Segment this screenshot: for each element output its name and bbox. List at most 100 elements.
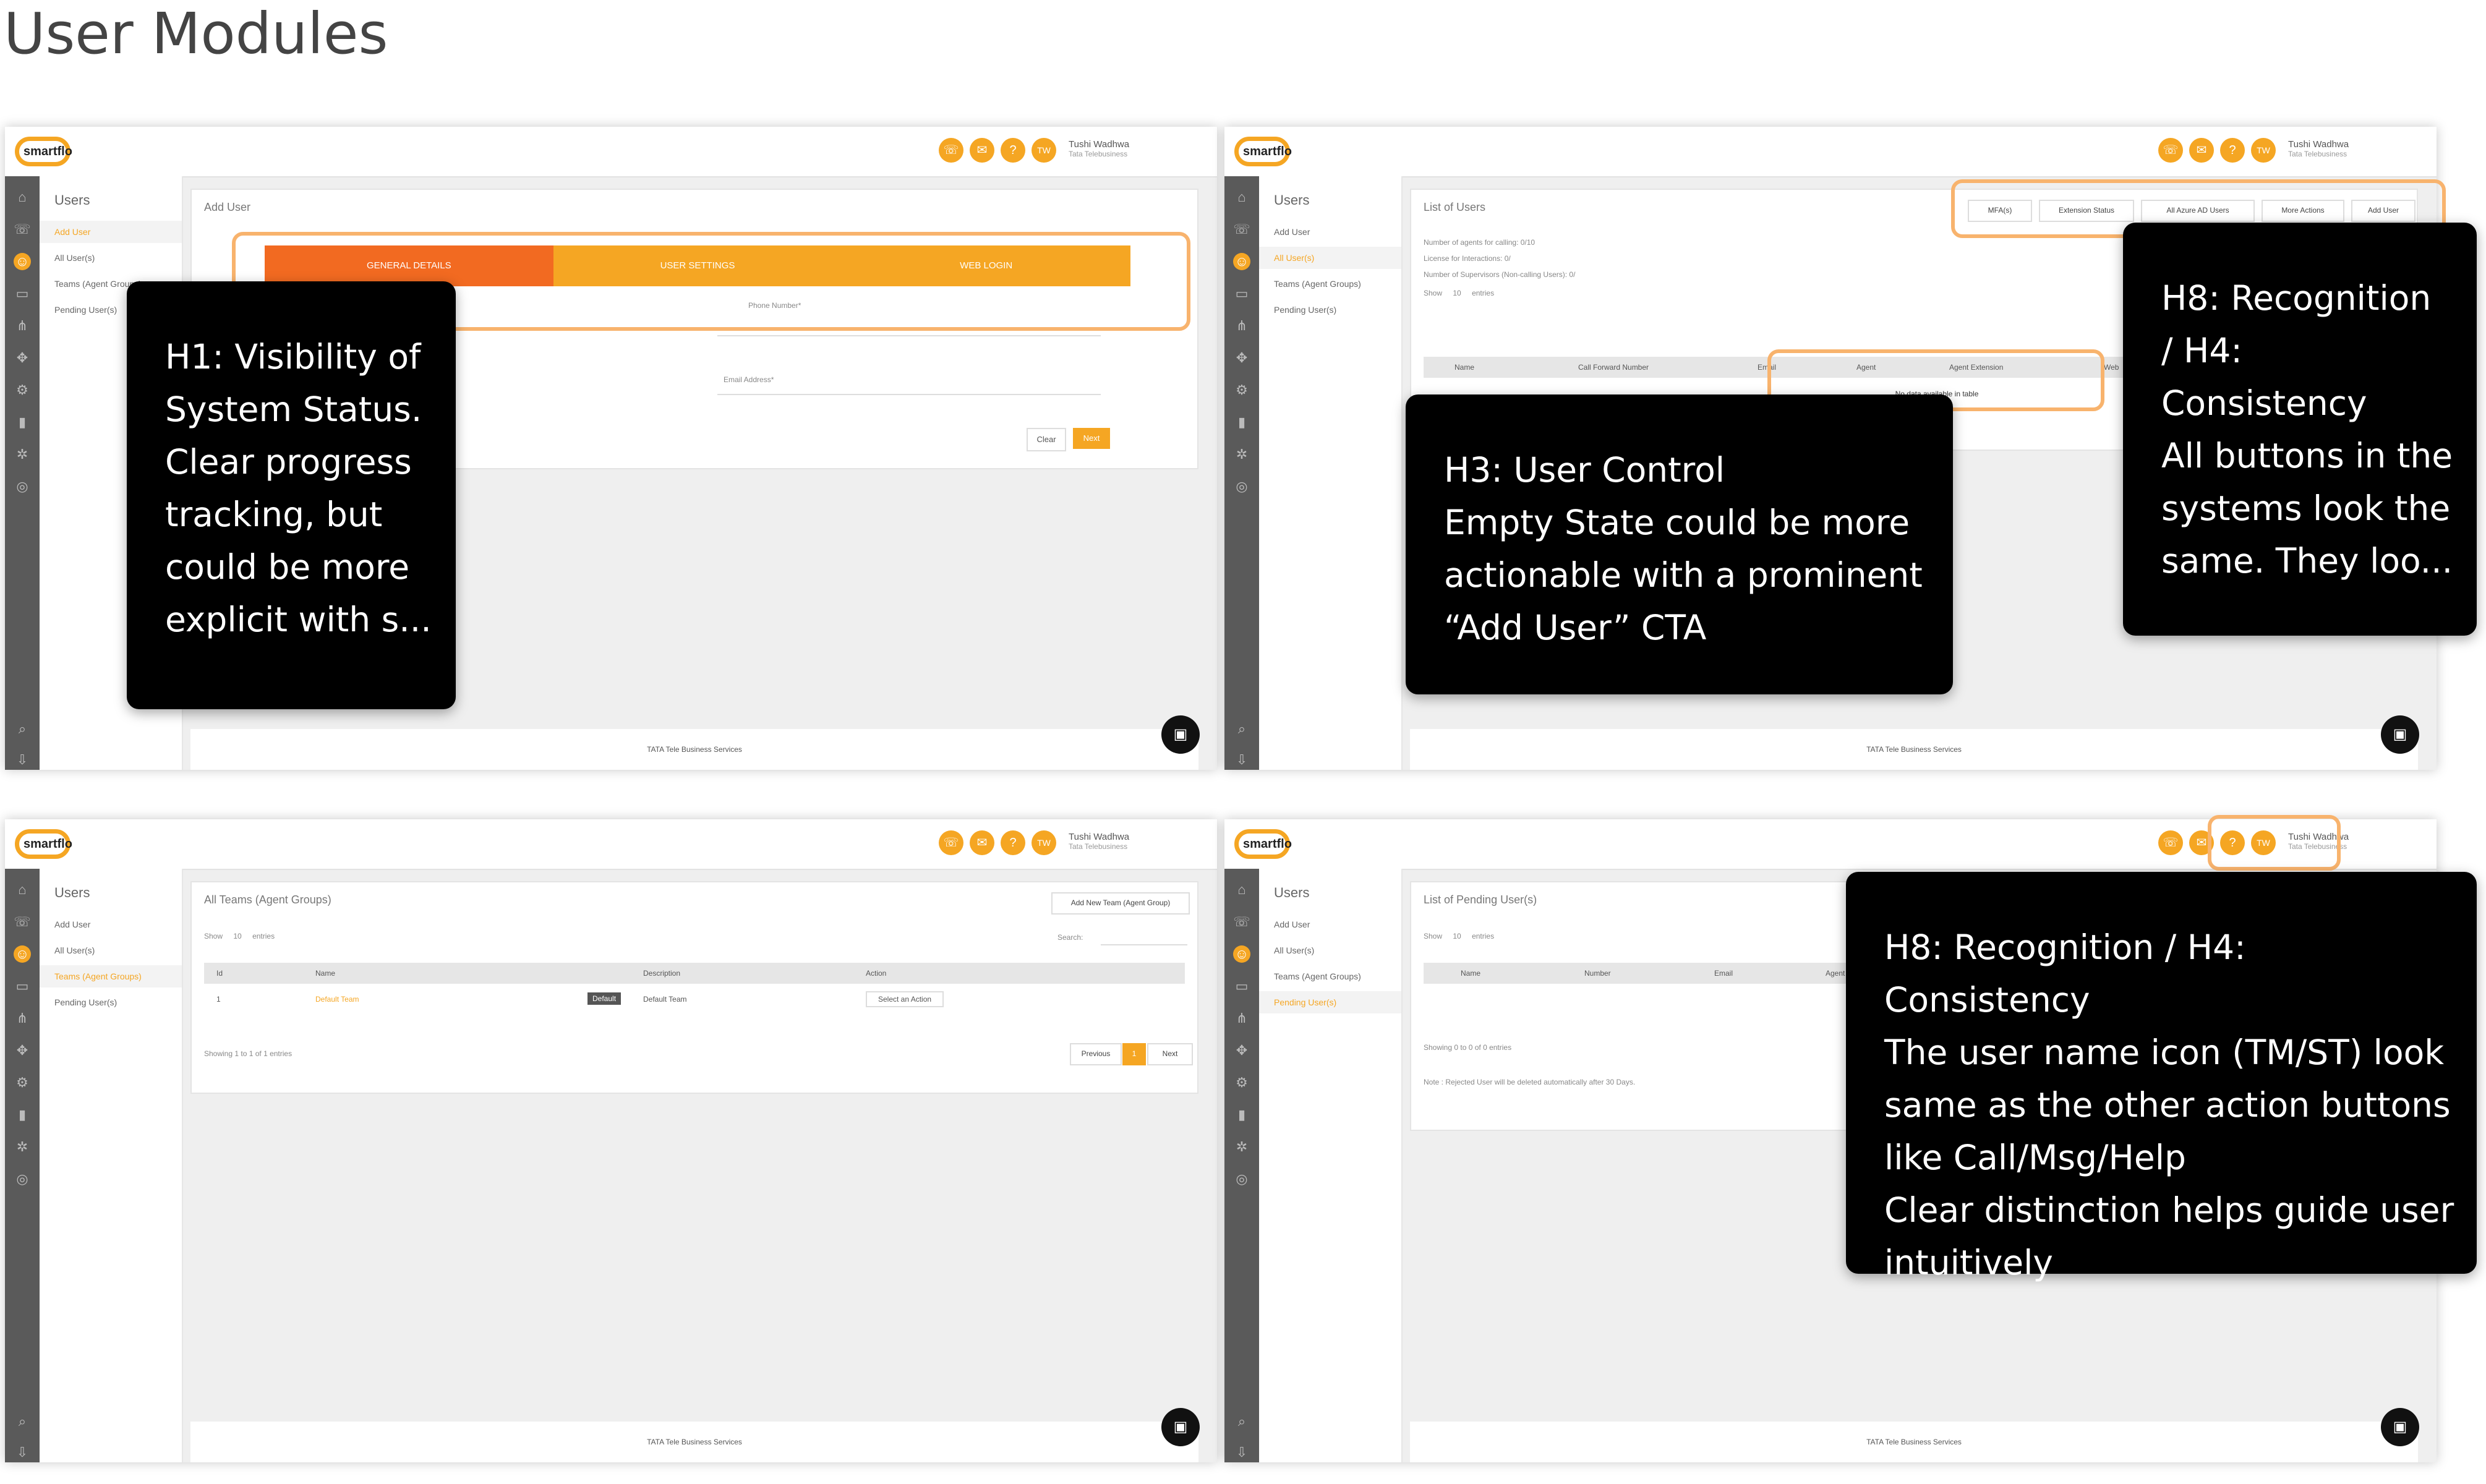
action-select[interactable]: Select an Action [866, 991, 944, 1007]
home-icon[interactable]: ⌂ [1233, 189, 1250, 206]
sidebar-item-pending-users[interactable]: Pending User(s) [54, 305, 117, 315]
page-size-select[interactable]: 10 [1453, 932, 1461, 940]
email-field[interactable] [717, 394, 1101, 395]
user-menu[interactable]: Tushi Wadhwa Tata Telebusiness [1069, 832, 1192, 851]
download-icon[interactable]: ⇩ [14, 751, 31, 769]
download-icon[interactable]: ⇩ [14, 1444, 31, 1461]
sidebar-item-all-users[interactable]: All User(s) [1274, 945, 1314, 955]
routing-icon[interactable]: ✥ [1233, 349, 1250, 367]
phone-number-field[interactable] [717, 335, 1101, 336]
network-icon[interactable]: ⋔ [14, 317, 31, 335]
phone-icon[interactable]: ☏ [1233, 221, 1250, 238]
chat-icon[interactable]: ▣ [2381, 715, 2419, 754]
home-icon[interactable]: ⌂ [1233, 881, 1250, 898]
monitor-icon[interactable]: ▭ [1233, 285, 1250, 302]
chat-icon[interactable]: ▣ [2381, 1408, 2419, 1446]
ivr-icon[interactable]: ⚙ [14, 1074, 31, 1091]
phone-icon[interactable]: ☏ [939, 830, 963, 855]
sidebar-item-add-user[interactable]: Add User [1274, 919, 1310, 929]
users-icon[interactable]: ☺ [14, 253, 31, 270]
network-icon[interactable]: ⋔ [14, 1010, 31, 1027]
global-icon[interactable]: ◎ [14, 478, 31, 495]
report-icon[interactable]: ▮ [14, 1106, 31, 1124]
download-icon[interactable]: ⇩ [1233, 751, 1250, 769]
ivr-icon[interactable]: ⚙ [14, 382, 31, 399]
logo[interactable]: smartflo [1234, 134, 1294, 169]
message-icon[interactable]: ✉ [970, 830, 994, 855]
search-icon[interactable]: ⌕ [14, 720, 31, 738]
team-name-link[interactable]: Default Team [315, 995, 359, 1004]
report-icon[interactable]: ▮ [1233, 1106, 1250, 1124]
ivr-icon[interactable]: ⚙ [1233, 382, 1250, 399]
logo[interactable]: smartflo [1234, 827, 1294, 861]
routing-icon[interactable]: ✥ [1233, 1042, 1250, 1059]
pager-page-1[interactable]: 1 [1122, 1043, 1146, 1065]
chat-icon[interactable]: ▣ [1161, 715, 1200, 754]
search-icon[interactable]: ⌕ [1233, 1413, 1250, 1430]
monitor-icon[interactable]: ▭ [14, 978, 31, 995]
message-icon[interactable]: ✉ [2189, 138, 2214, 163]
home-icon[interactable]: ⌂ [14, 881, 31, 898]
users-icon[interactable]: ☺ [14, 945, 31, 963]
sidebar-item-all-users[interactable]: All User(s) [1274, 253, 1314, 263]
clear-button[interactable]: Clear [1027, 428, 1066, 451]
search-input[interactable] [1101, 944, 1187, 945]
routing-icon[interactable]: ✥ [14, 1042, 31, 1059]
logo[interactable]: smartflo [15, 134, 74, 169]
phone-icon[interactable]: ☏ [2158, 830, 2183, 855]
page-size-select[interactable]: 10 [233, 932, 241, 940]
global-icon[interactable]: ◎ [1233, 478, 1250, 495]
sidebar-item-add-user[interactable]: Add User [54, 919, 90, 929]
message-icon[interactable]: ✉ [970, 138, 994, 163]
help-icon[interactable]: ? [1001, 138, 1025, 163]
help-icon[interactable]: ? [1001, 830, 1025, 855]
search-icon[interactable]: ⌕ [1233, 720, 1250, 738]
phone-icon[interactable]: ☏ [14, 913, 31, 931]
pager-previous[interactable]: Previous [1070, 1043, 1122, 1065]
user-avatar[interactable]: TW [1032, 138, 1056, 163]
sidebar-item-teams[interactable]: Teams (Agent Groups) [54, 971, 142, 981]
global-icon[interactable]: ◎ [14, 1171, 31, 1188]
download-icon[interactable]: ⇩ [1233, 1444, 1250, 1461]
sidebar-item-add-user[interactable]: Add User [54, 227, 90, 237]
network-icon[interactable]: ⋔ [1233, 317, 1250, 335]
sidebar-item-all-users[interactable]: All User(s) [54, 253, 95, 263]
monitor-icon[interactable]: ▭ [1233, 978, 1250, 995]
phone-icon[interactable]: ☏ [1233, 913, 1250, 931]
help-icon[interactable]: ? [2220, 138, 2245, 163]
page-size-select[interactable]: 10 [1453, 289, 1461, 297]
sidebar-item-add-user[interactable]: Add User [1274, 227, 1310, 237]
next-button[interactable]: Next [1073, 428, 1110, 449]
user-avatar[interactable]: TW [1032, 830, 1056, 855]
phone-icon[interactable]: ☏ [939, 138, 963, 163]
sidebar-item-teams[interactable]: Teams (Agent Groups) [1274, 279, 1361, 289]
settings-icon[interactable]: ✲ [14, 446, 31, 463]
home-icon[interactable]: ⌂ [14, 189, 31, 206]
monitor-icon[interactable]: ▭ [14, 285, 31, 302]
add-team-button[interactable]: Add New Team (Agent Group) [1051, 892, 1190, 915]
pager-next[interactable]: Next [1147, 1043, 1193, 1065]
logo[interactable]: smartflo [15, 827, 74, 861]
users-icon[interactable]: ☺ [1233, 253, 1250, 270]
sidebar-item-all-users[interactable]: All User(s) [54, 945, 95, 955]
users-icon[interactable]: ☺ [1233, 945, 1250, 963]
settings-icon[interactable]: ✲ [14, 1138, 31, 1156]
settings-icon[interactable]: ✲ [1233, 446, 1250, 463]
ivr-icon[interactable]: ⚙ [1233, 1074, 1250, 1091]
network-icon[interactable]: ⋔ [1233, 1010, 1250, 1027]
phone-icon[interactable]: ☏ [14, 221, 31, 238]
global-icon[interactable]: ◎ [1233, 1171, 1250, 1188]
sidebar-item-pending-users[interactable]: Pending User(s) [1274, 305, 1336, 315]
routing-icon[interactable]: ✥ [14, 349, 31, 367]
sidebar-item-pending-users[interactable]: Pending User(s) [54, 997, 117, 1007]
sidebar-item-pending-users[interactable]: Pending User(s) [1274, 997, 1336, 1007]
report-icon[interactable]: ▮ [14, 414, 31, 431]
search-icon[interactable]: ⌕ [14, 1413, 31, 1430]
chat-icon[interactable]: ▣ [1161, 1408, 1200, 1446]
report-icon[interactable]: ▮ [1233, 414, 1250, 431]
phone-icon[interactable]: ☏ [2158, 138, 2183, 163]
user-avatar[interactable]: TW [2251, 138, 2276, 163]
sidebar-item-teams[interactable]: Teams (Agent Groups) [1274, 971, 1361, 981]
settings-icon[interactable]: ✲ [1233, 1138, 1250, 1156]
user-menu[interactable]: Tushi Wadhwa Tata Telebusiness [1069, 139, 1192, 158]
